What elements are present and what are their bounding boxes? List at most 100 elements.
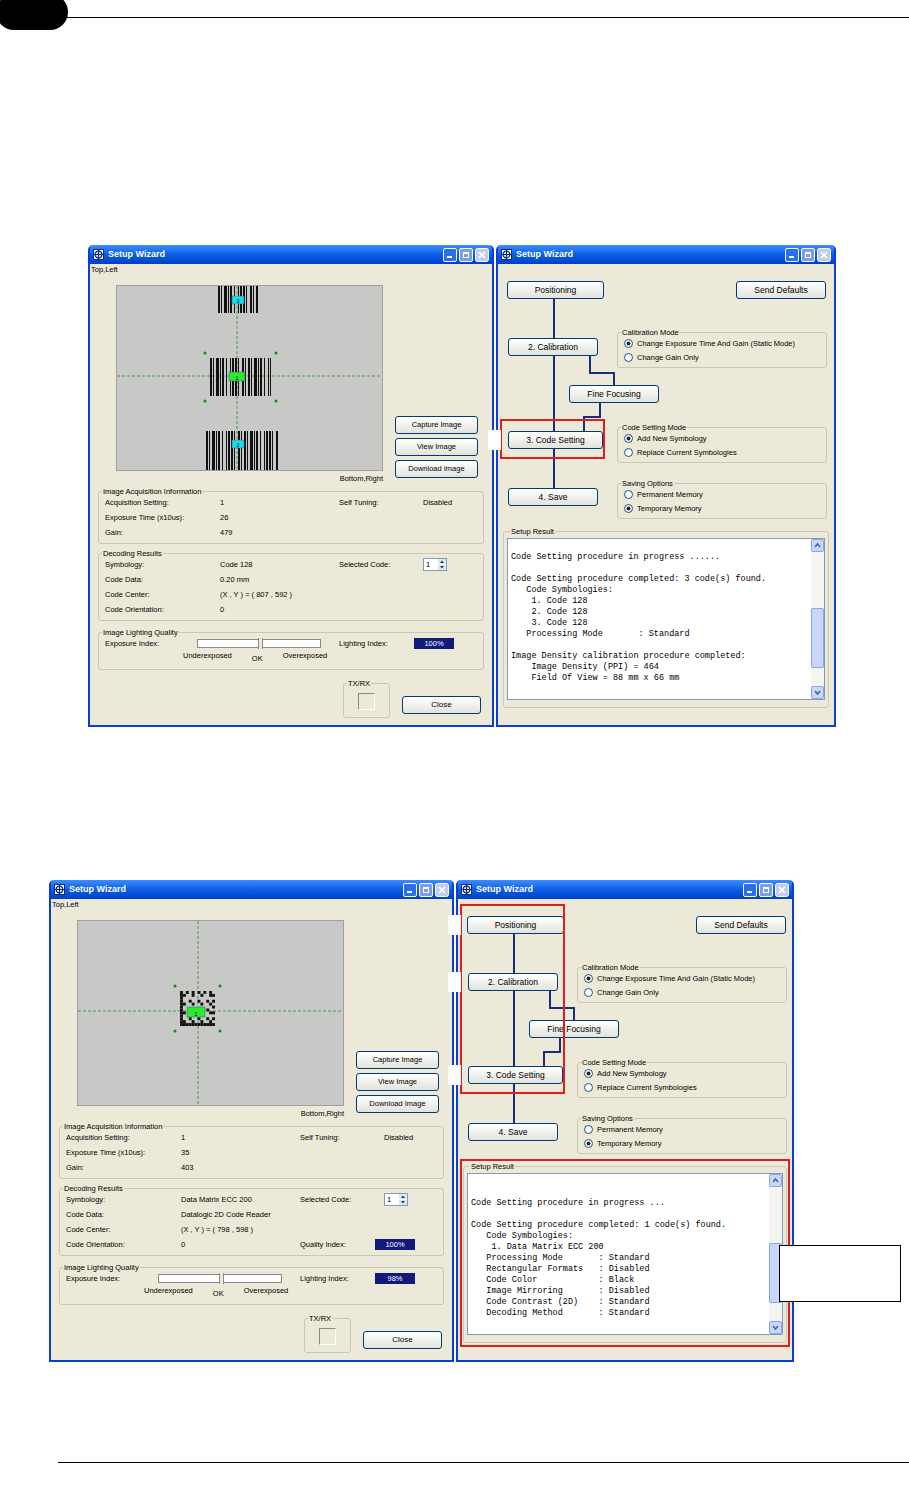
maximize-icon[interactable] bbox=[801, 248, 815, 262]
wizard-step-button[interactable]: 4. Save bbox=[508, 488, 598, 506]
window-title: Setup Wizard bbox=[108, 250, 165, 259]
send-defaults-button[interactable]: Send Defaults bbox=[736, 281, 826, 299]
highlight-box bbox=[500, 419, 605, 459]
radio-icon[interactable] bbox=[584, 974, 593, 983]
close-icon[interactable] bbox=[817, 248, 831, 262]
radio-option[interactable]: Change Exposure Time And Gain (Static Mo… bbox=[618, 337, 826, 351]
radio-icon[interactable] bbox=[624, 353, 633, 362]
svg-text:1: 1 bbox=[235, 374, 239, 380]
radio-icon[interactable] bbox=[584, 1139, 593, 1148]
corner-bottom-right: Bottom,Right bbox=[301, 1110, 344, 1118]
exposure-slider[interactable] bbox=[197, 639, 321, 648]
radio-option[interactable]: Change Gain Only bbox=[618, 351, 826, 365]
radio-icon[interactable] bbox=[584, 1083, 593, 1092]
captured-image-drawing: 3 1 2 bbox=[117, 286, 383, 471]
info-row: Code Orientation:0Quality Index:100% bbox=[60, 1237, 443, 1252]
scroll-down-icon[interactable] bbox=[811, 686, 824, 699]
wizard-steps-diagram: Positioning 2. Calibration Fine Focusing 3.… bbox=[498, 264, 834, 528]
radio-option[interactable]: Permanent Memory bbox=[618, 488, 826, 502]
wizard-step-button[interactable]: 3. Code Setting bbox=[468, 1066, 563, 1084]
selected-code-spinner[interactable]: 1 bbox=[423, 558, 447, 571]
txrx-led bbox=[358, 693, 375, 710]
radio-option[interactable]: Add New Symbology bbox=[578, 1067, 786, 1081]
option-group: Saving OptionsPermanent MemoryTemporary … bbox=[617, 480, 827, 519]
radio-icon[interactable] bbox=[624, 490, 633, 499]
close-icon[interactable] bbox=[435, 883, 449, 897]
scroll-up-icon[interactable] bbox=[811, 539, 824, 552]
image-button[interactable]: Capture Image bbox=[356, 1051, 439, 1069]
maximize-icon[interactable] bbox=[419, 883, 433, 897]
minimize-icon[interactable] bbox=[443, 248, 457, 262]
scroll-down-icon[interactable] bbox=[769, 1321, 782, 1334]
image-button[interactable]: Download Image bbox=[395, 460, 478, 478]
setup-result-group: Setup ResultCode Setting procedure in pr… bbox=[503, 528, 829, 708]
option-group: Code Setting ModeAdd New SymbologyReplac… bbox=[617, 424, 827, 463]
corner-top-left: Top,Left bbox=[91, 266, 492, 274]
scroll-thumb[interactable] bbox=[811, 608, 824, 668]
radio-option[interactable]: Replace Current Symbologies bbox=[578, 1081, 786, 1095]
radio-option[interactable]: Change Gain Only bbox=[578, 986, 786, 1000]
radio-option[interactable]: Temporary Memory bbox=[578, 1137, 786, 1151]
info-row: Code Orientation:0 bbox=[99, 602, 483, 617]
title-bar[interactable]: Setup Wizard bbox=[498, 245, 834, 264]
spin-arrows-icon[interactable] bbox=[438, 559, 446, 570]
wizard-step-button[interactable]: 3. Code Setting bbox=[508, 431, 603, 449]
wizard-step-button[interactable]: Positioning bbox=[507, 281, 604, 299]
exposure-slider[interactable] bbox=[158, 1274, 282, 1283]
wizard-step-button[interactable]: 2. Calibration bbox=[468, 973, 558, 991]
close-icon[interactable] bbox=[475, 248, 489, 262]
radio-option[interactable]: Replace Current Symbologies bbox=[618, 446, 826, 460]
window-title: Setup Wizard bbox=[516, 250, 573, 259]
spin-arrows-icon[interactable] bbox=[399, 1194, 407, 1205]
title-bar[interactable]: Setup Wizard bbox=[458, 880, 792, 899]
scroll-up-icon[interactable] bbox=[769, 1174, 782, 1187]
image-button[interactable]: View Image bbox=[395, 438, 478, 456]
radio-option[interactable]: Permanent Memory bbox=[578, 1123, 786, 1137]
callout-tab bbox=[448, 1065, 461, 1085]
radio-icon[interactable] bbox=[624, 434, 633, 443]
info-row: Gain:403 bbox=[60, 1161, 443, 1176]
index-meter: 100% bbox=[375, 1239, 415, 1250]
image-button[interactable]: Download Image bbox=[356, 1095, 439, 1113]
wizard-step-button[interactable]: 4. Save bbox=[468, 1123, 558, 1141]
send-defaults-button[interactable]: Send Defaults bbox=[696, 916, 786, 934]
radio-option[interactable]: Temporary Memory bbox=[618, 502, 826, 516]
minimize-icon[interactable] bbox=[743, 883, 757, 897]
info-row: Code Center:(X , Y ) = ( 807 , 592 ) bbox=[99, 587, 483, 602]
code-marker[interactable]: 2 bbox=[206, 431, 278, 471]
title-bar[interactable]: Setup Wizard bbox=[51, 880, 452, 899]
close-button[interactable]: Close bbox=[402, 696, 481, 714]
radio-option[interactable]: Add New Symbology bbox=[618, 432, 826, 446]
code-marker[interactable]: 1 bbox=[203, 351, 277, 402]
radio-icon[interactable] bbox=[584, 1125, 593, 1134]
info-row: Code Data:0.20 mm bbox=[99, 572, 483, 587]
close-icon[interactable] bbox=[775, 883, 789, 897]
radio-icon[interactable] bbox=[624, 504, 633, 513]
close-button[interactable]: Close bbox=[363, 1331, 442, 1349]
radio-option[interactable]: Change Exposure Time And Gain (Static Mo… bbox=[578, 972, 786, 986]
radio-icon[interactable] bbox=[624, 339, 633, 348]
wizard-step-button[interactable]: Fine Focusing bbox=[569, 385, 659, 403]
image-button[interactable]: Capture Image bbox=[395, 416, 478, 434]
radio-icon[interactable] bbox=[624, 448, 633, 457]
wizard-step-button[interactable]: Positioning bbox=[467, 916, 564, 934]
info-row: Acquisition Setting:1Self Tuning:Disable… bbox=[99, 496, 483, 511]
maximize-icon[interactable] bbox=[459, 248, 473, 262]
maximize-icon[interactable] bbox=[759, 883, 773, 897]
setup-result-text[interactable]: Code Setting procedure in progress .....… bbox=[507, 538, 825, 700]
wizard-step-button[interactable]: 2. Calibration bbox=[508, 338, 598, 356]
index-meter: 98% bbox=[375, 1273, 415, 1284]
radio-icon[interactable] bbox=[584, 1069, 593, 1078]
scrollbar[interactable] bbox=[811, 539, 824, 699]
minimize-icon[interactable] bbox=[785, 248, 799, 262]
radio-icon[interactable] bbox=[584, 988, 593, 997]
title-bar[interactable]: Setup Wizard bbox=[90, 245, 492, 264]
wizard-step-button[interactable]: Fine Focusing bbox=[529, 1020, 619, 1038]
highlight-box bbox=[460, 904, 565, 1094]
image-button[interactable]: View Image bbox=[356, 1073, 439, 1091]
selected-code-spinner[interactable]: 1 bbox=[384, 1193, 408, 1206]
setup-result-text[interactable]: Code Setting procedure in progress ...Co… bbox=[467, 1173, 783, 1335]
minimize-icon[interactable] bbox=[403, 883, 417, 897]
code-marker[interactable]: 3 bbox=[218, 286, 258, 313]
code-marker[interactable]: 1 bbox=[173, 984, 221, 1032]
